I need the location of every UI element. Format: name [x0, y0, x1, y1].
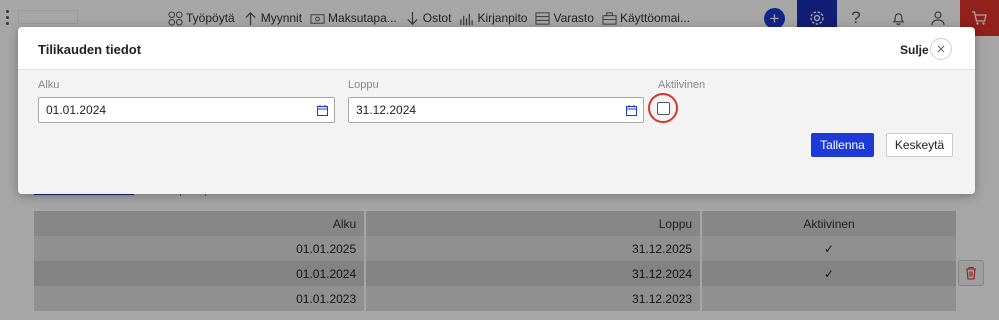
- dialog-body: Alku 01.01.2024 Loppu 31.12.2024 Aktiivi…: [18, 70, 975, 194]
- end-date-input[interactable]: 31.12.2024: [348, 97, 644, 123]
- fiscal-period-dialog: Tilikauden tiedot Sulje Alku 01.01.2024 …: [18, 27, 975, 194]
- start-date-label: Alku: [38, 79, 60, 91]
- start-date-input[interactable]: 01.01.2024: [38, 97, 335, 123]
- dialog-header: Tilikauden tiedot Sulje: [18, 27, 975, 70]
- save-button[interactable]: Tallenna: [811, 133, 874, 157]
- close-label[interactable]: Sulje: [900, 43, 929, 57]
- calendar-icon[interactable]: [317, 105, 328, 116]
- active-checkbox-highlight: [648, 93, 678, 123]
- end-date-label: Loppu: [348, 79, 379, 91]
- start-date-value: 01.01.2024: [46, 103, 107, 117]
- close-button[interactable]: [930, 38, 952, 60]
- end-date-value: 31.12.2024: [356, 103, 417, 117]
- close-icon: [937, 45, 945, 53]
- cancel-button[interactable]: Keskeytä: [886, 133, 953, 157]
- active-label: Aktiivinen: [658, 79, 706, 91]
- calendar-icon[interactable]: [626, 105, 637, 116]
- active-checkbox[interactable]: [656, 101, 670, 115]
- dialog-title: Tilikauden tiedot: [38, 42, 142, 57]
